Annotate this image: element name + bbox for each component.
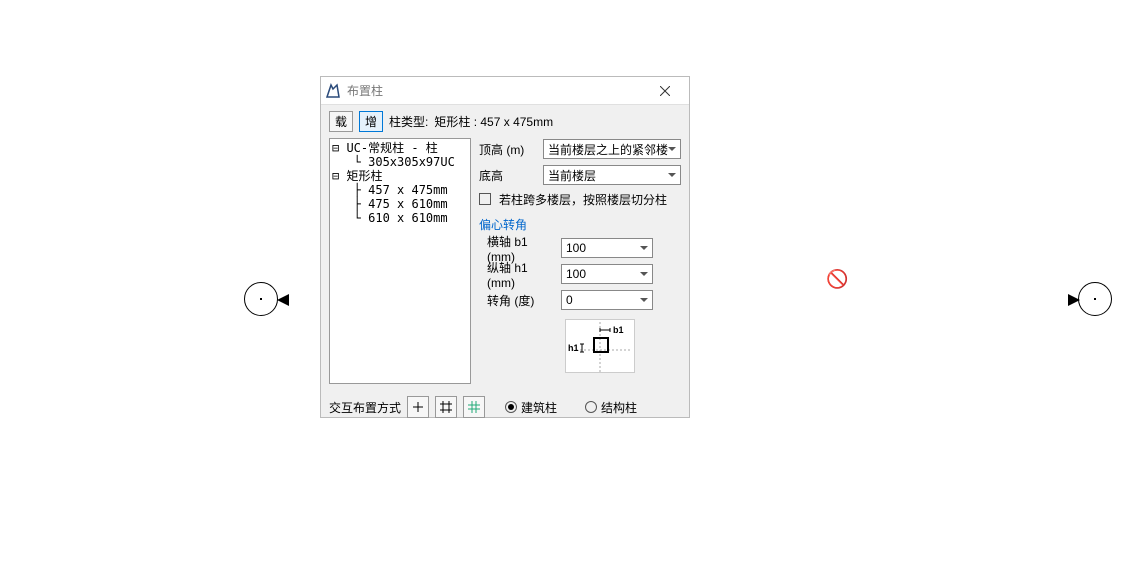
top-toolbar: 载 增 柱类型: 矩形柱 : 457 x 475mm (321, 105, 689, 138)
tree-item[interactable]: ├ 457 x 475mm (330, 183, 470, 197)
right-cursor-shape (1078, 282, 1112, 316)
tree-item[interactable]: ⊟ UC-常规柱 - 柱 (330, 141, 470, 155)
structural-column-radio[interactable]: 结构柱 (585, 399, 637, 416)
left-cursor-shape (244, 282, 278, 316)
tree-item[interactable]: ├ 475 x 610mm (330, 197, 470, 211)
tree-item[interactable]: └ 610 x 610mm (330, 211, 470, 225)
app-icon (325, 83, 341, 99)
chevron-down-icon (640, 246, 648, 250)
hash-icon (468, 401, 480, 413)
close-icon (660, 86, 670, 96)
h-axis-combo[interactable]: 100 (561, 238, 653, 258)
add-button[interactable]: 增 (359, 111, 383, 132)
window-title: 布置柱 (347, 82, 645, 99)
titlebar: 布置柱 (321, 77, 689, 105)
chevron-down-icon (668, 173, 676, 177)
mode-single-button[interactable] (407, 396, 429, 418)
b1-label: b1 (613, 325, 624, 335)
angle-value: 0 (566, 293, 573, 307)
chevron-down-icon (668, 147, 676, 151)
angle-label: 转角 (度) (487, 292, 557, 309)
top-height-select[interactable]: 当前楼层之上的紧邻楼 (543, 139, 681, 159)
offset-section-title: 偏心转角 (479, 212, 681, 233)
structural-column-label: 结构柱 (601, 399, 637, 416)
h-axis-value: 100 (566, 241, 586, 255)
plus-icon (412, 401, 424, 413)
close-button[interactable] (645, 78, 685, 104)
angle-combo[interactable]: 0 (561, 290, 653, 310)
v-axis-label: 纵轴 h1 (mm) (487, 259, 557, 290)
load-button[interactable]: 载 (329, 111, 353, 132)
v-axis-value: 100 (566, 267, 586, 281)
chevron-down-icon (640, 272, 648, 276)
right-panel: 顶高 (m) 当前楼层之上的紧邻楼 底高 当前楼层 若柱跨多楼层，按照楼层切分柱… (479, 138, 681, 384)
footer-row: 交互布置方式 建筑柱 结构柱 (321, 392, 689, 424)
tree-item[interactable]: └ 305x305x97UC (330, 155, 470, 169)
top-height-label: 顶高 (m) (479, 141, 539, 158)
split-checkbox[interactable] (479, 193, 491, 205)
top-height-value: 当前楼层之上的紧邻楼 (548, 141, 668, 158)
bottom-height-label: 底高 (479, 167, 539, 184)
v-axis-combo[interactable]: 100 (561, 264, 653, 284)
h1-label: h1 (568, 343, 579, 353)
architectural-column-radio[interactable]: 建筑柱 (505, 399, 557, 416)
no-entry-icon: 🚫 (826, 269, 848, 290)
architectural-column-label: 建筑柱 (521, 399, 557, 416)
column-type-label: 柱类型: (389, 113, 428, 130)
split-checkbox-label: 若柱跨多楼层，按照楼层切分柱 (499, 191, 667, 208)
bottom-height-select[interactable]: 当前楼层 (543, 165, 681, 185)
place-column-dialog: 布置柱 载 增 柱类型: 矩形柱 : 457 x 475mm ⊟ UC-常规柱 … (320, 76, 690, 418)
mode-grid-button[interactable] (435, 396, 457, 418)
column-type-value: 矩形柱 : 457 x 475mm (434, 113, 553, 130)
type-tree[interactable]: ⊟ UC-常规柱 - 柱 └ 305x305x97UC ⊟ 矩形柱 ├ 457 … (329, 138, 471, 384)
grid-icon (440, 401, 452, 413)
bottom-height-value: 当前楼层 (548, 167, 596, 184)
mode-hash-button[interactable] (463, 396, 485, 418)
tree-item[interactable]: ⊟ 矩形柱 (330, 169, 470, 183)
placement-method-label: 交互布置方式 (329, 399, 401, 416)
offset-diagram: b1 h1 (565, 319, 635, 373)
chevron-down-icon (640, 298, 648, 302)
